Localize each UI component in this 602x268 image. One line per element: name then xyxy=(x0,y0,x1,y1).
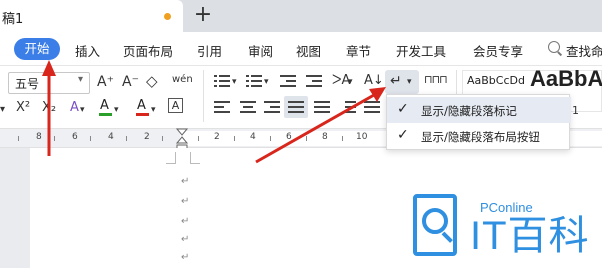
font-grow-button[interactable]: A⁺ xyxy=(97,73,114,91)
ruler-tick xyxy=(162,136,163,141)
ruler-number: 8 xyxy=(322,132,328,142)
paragraph-mark-icon: ↵ xyxy=(390,73,402,89)
line-spacing-value: 1 xyxy=(572,104,579,117)
justify-icon xyxy=(288,100,304,114)
document-tab-title: 稿1 xyxy=(2,12,24,27)
watermark-brand-large: IT百科 xyxy=(470,214,590,258)
line-spacing-icon[interactable] xyxy=(340,100,356,114)
subscript-button[interactable]: X₂ xyxy=(42,99,56,117)
ruler-tick xyxy=(90,136,91,141)
menu-developer-tab[interactable]: 开发工具 xyxy=(396,41,446,60)
ruler-number: 2 xyxy=(214,132,220,142)
ribbon-separator xyxy=(203,70,204,122)
phonetic-guide-button[interactable]: wén xyxy=(172,71,193,89)
text-effect-button[interactable]: A xyxy=(70,99,79,117)
ruler-tick xyxy=(18,136,19,141)
style-preview-normal[interactable]: AaBbCcDd xyxy=(467,74,525,87)
ruler-number: 6 xyxy=(286,132,292,142)
ruler-number: 10 xyxy=(356,132,368,142)
align-center-icon[interactable] xyxy=(240,100,256,114)
paragraph-mark: ↵ xyxy=(181,196,190,207)
ruler-tick xyxy=(54,136,55,141)
ruler-number: 8 xyxy=(36,132,42,142)
highlight-color-swatch xyxy=(99,113,112,116)
menu-page-layout-tab[interactable]: 页面布局 xyxy=(123,41,173,60)
paragraph-settings-icon[interactable] xyxy=(364,100,380,114)
menu-section-tab[interactable]: 章节 xyxy=(346,41,371,60)
paragraph-mark: ↵ xyxy=(181,252,190,263)
watermark-tail xyxy=(441,231,453,243)
chevron-down-icon: ▾ xyxy=(407,77,412,87)
ruler-number: 2 xyxy=(144,132,150,142)
ruler-tick xyxy=(270,136,271,141)
document-tab[interactable]: 稿1 xyxy=(0,0,183,32)
menu-insert-tab[interactable]: 插入 xyxy=(75,41,100,60)
chevron-down-icon: ▾ xyxy=(77,74,83,85)
unsaved-dot-icon xyxy=(164,13,171,20)
paragraph-mark: ↵ xyxy=(181,216,190,227)
chevron-down-icon[interactable]: ▾ xyxy=(0,101,5,119)
dropdown-item-show-layout-button[interactable]: ✓ 显示/隐藏段落布局按钮 xyxy=(387,123,571,149)
distributed-align-icon[interactable] xyxy=(314,100,330,114)
font-size-value: 五号 xyxy=(15,77,40,91)
align-left-icon[interactable] xyxy=(214,100,230,114)
watermark-brand-small: PConline xyxy=(480,200,533,215)
dropdown-item-label: 显示/隐藏段落布局按钮 xyxy=(421,130,540,144)
ruler-tick xyxy=(126,136,127,141)
ruler-number: 6 xyxy=(72,132,78,142)
ruler-tick xyxy=(342,136,343,141)
page-corner-mark xyxy=(166,152,176,164)
menu-review-tab[interactable]: 审阅 xyxy=(248,41,273,60)
chevron-down-icon[interactable]: ▾ xyxy=(80,101,85,119)
superscript-button[interactable]: X² xyxy=(16,99,30,117)
table-tool-icon[interactable]: ⊓⊓⊓ xyxy=(424,71,448,89)
chevron-down-icon[interactable]: ▾ xyxy=(264,73,269,91)
increase-indent-icon[interactable] xyxy=(306,74,322,88)
numbered-list-icon[interactable] xyxy=(246,74,262,88)
chevron-down-icon[interactable]: ▾ xyxy=(114,101,119,119)
menu-bar: 开始 插入 页面布局 引用 审阅 视图 章节 开发工具 会员专享 查找命 xyxy=(0,32,602,66)
check-icon: ✓ xyxy=(397,127,409,143)
paragraph-mark: ↵ xyxy=(181,176,190,187)
ruler-tick xyxy=(198,136,199,141)
new-tab-button[interactable]: + xyxy=(193,3,213,27)
font-color-swatch xyxy=(136,113,149,116)
show-hide-paragraph-button[interactable]: ↵ ▾ xyxy=(385,70,419,94)
clear-format-button[interactable]: ◇ xyxy=(146,72,158,90)
menu-view-tab[interactable]: 视图 xyxy=(296,41,321,60)
paragraph-mark-dropdown: ✓ 显示/隐藏段落标记 ✓ 显示/隐藏段落布局按钮 xyxy=(386,94,571,150)
tab-bar: 稿1 + xyxy=(0,0,602,32)
menu-reference-tab[interactable]: 引用 xyxy=(197,41,222,60)
chevron-down-icon[interactable]: ▾ xyxy=(151,101,156,119)
ruler-number: 4 xyxy=(250,132,256,142)
font-shrink-button[interactable]: A⁻ xyxy=(122,73,139,91)
check-icon: ✓ xyxy=(397,101,409,117)
align-right-icon[interactable] xyxy=(264,100,280,114)
decrease-indent-icon[interactable] xyxy=(280,74,296,88)
bullet-list-icon[interactable] xyxy=(214,74,230,88)
chevron-down-icon[interactable]: ▾ xyxy=(348,73,353,91)
menu-member-tab[interactable]: 会员专享 xyxy=(473,41,523,60)
chevron-down-icon[interactable]: ▾ xyxy=(232,73,237,91)
ruler-tick xyxy=(234,136,235,141)
sort-button[interactable]: A↓ xyxy=(364,72,384,90)
dropdown-item-show-paragraph-marks[interactable]: ✓ 显示/隐藏段落标记 xyxy=(387,97,571,123)
search-icon[interactable] xyxy=(548,41,560,53)
style-preview-heading[interactable]: AaBbA xyxy=(530,66,602,92)
watermark-circle xyxy=(422,208,448,234)
paragraph-mark: ↵ xyxy=(181,234,190,245)
search-label[interactable]: 查找命 xyxy=(566,41,602,60)
font-size-select[interactable]: 五号 ▾ xyxy=(8,72,90,94)
ruler-tick xyxy=(306,136,307,141)
dropdown-item-label: 显示/隐藏段落标记 xyxy=(421,104,517,118)
char-border-button[interactable]: A xyxy=(168,98,183,113)
page-corner-mark xyxy=(190,152,200,164)
menu-start-tab[interactable]: 开始 xyxy=(14,38,60,60)
ruler-number: 4 xyxy=(108,132,114,142)
watermark-logo-icon xyxy=(413,194,457,256)
